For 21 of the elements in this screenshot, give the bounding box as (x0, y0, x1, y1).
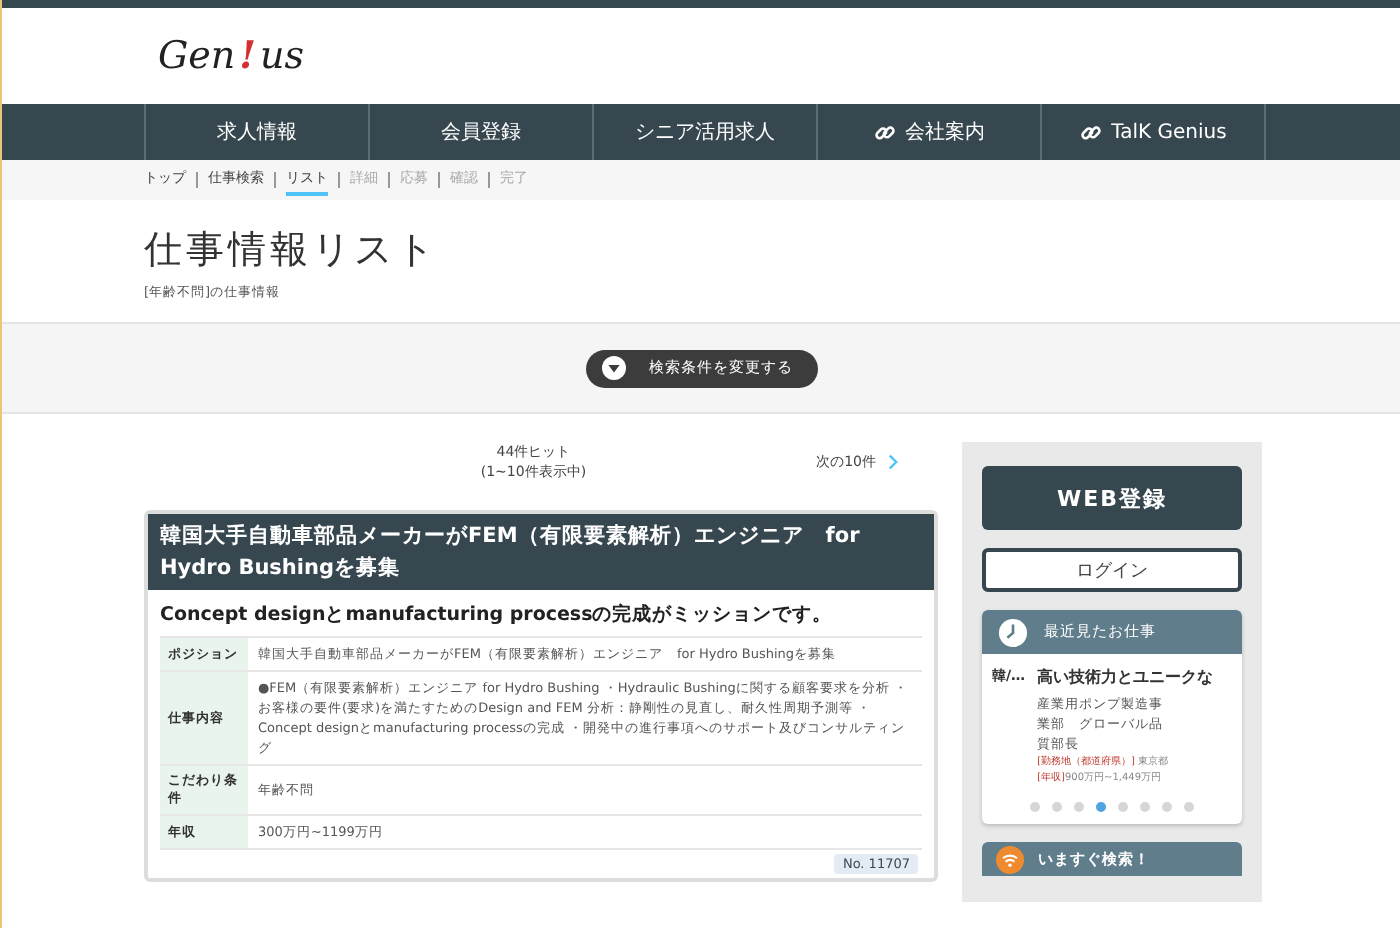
recent-job-title[interactable]: 高い技術力とユニークな (1037, 666, 1234, 688)
signal-icon (996, 845, 1024, 873)
carousel-dot[interactable] (1162, 802, 1172, 812)
chevron-right-icon (888, 454, 898, 470)
carousel-dot[interactable] (1184, 802, 1194, 812)
job-catchphrase: Concept designとmanufacturing processの完成がミッションです。 (158, 601, 835, 630)
carousel-dot[interactable] (1140, 802, 1150, 812)
job-title[interactable]: 韓国大手自動車部品メーカーがFEM（有限要素解析）エンジニア for Hydro Bushingを募集 (148, 514, 934, 590)
chevron-down-icon (601, 356, 625, 380)
link-icon (873, 121, 895, 143)
carousel-dot[interactable] (1030, 802, 1040, 812)
link-icon (1079, 121, 1102, 143)
web-register-button[interactable]: WEB登録 (982, 466, 1242, 530)
carousel-dot[interactable] (1096, 802, 1106, 812)
carousel-dot[interactable] (1074, 802, 1084, 812)
carousel-dot[interactable] (1052, 802, 1062, 812)
logo[interactable]: Gen!us (158, 34, 305, 78)
login-button[interactable]: ログイン (982, 548, 1242, 592)
page-title: 仕事情報リスト (144, 226, 440, 276)
carousel-dot[interactable] (1118, 802, 1128, 812)
clock-icon (998, 617, 1028, 647)
